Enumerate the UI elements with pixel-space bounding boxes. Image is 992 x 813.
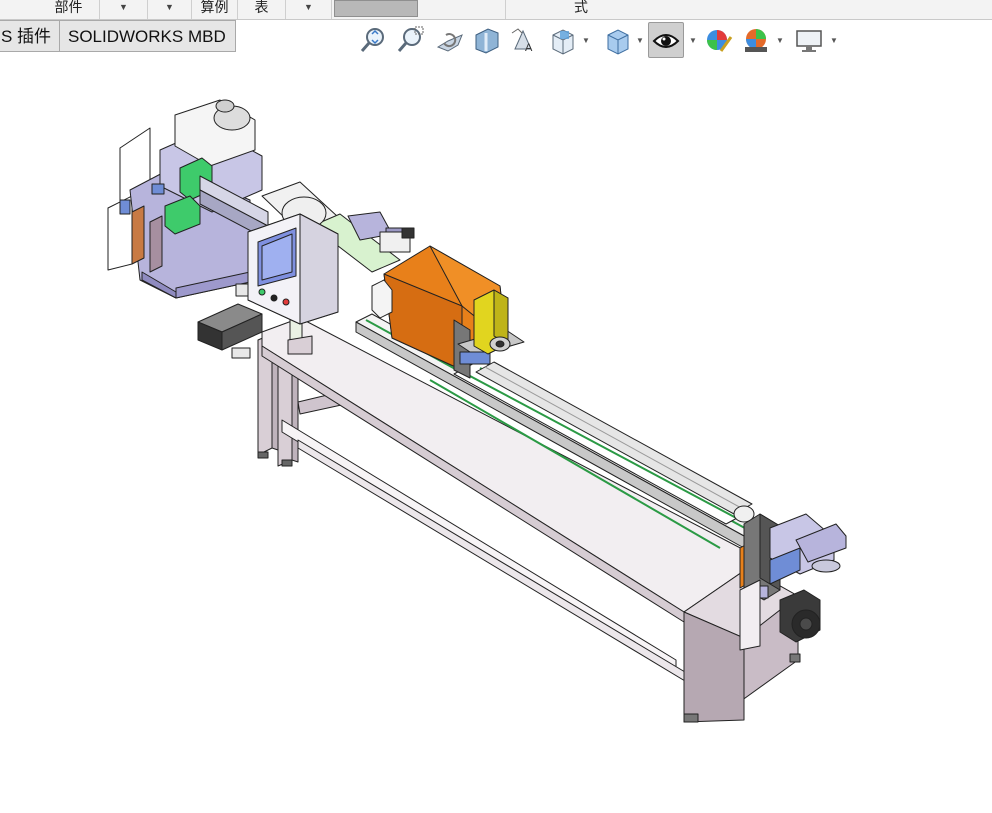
ribbon-dropdown-3[interactable]: ▼ bbox=[286, 0, 332, 19]
ribbon-item-study[interactable]: 算例 bbox=[192, 0, 238, 19]
previous-view-icon bbox=[436, 33, 463, 52]
tab-addins[interactable]: S 插件 bbox=[0, 20, 60, 52]
view-orientation-dropdown[interactable]: ▼ bbox=[582, 36, 590, 45]
hide-show-items-dropdown[interactable]: ▼ bbox=[689, 36, 697, 45]
svg-text:A: A bbox=[525, 42, 533, 54]
tab-solidworks-mbd[interactable]: SOLIDWORKS MBD bbox=[59, 20, 236, 52]
ribbon-item-table[interactable]: 表 bbox=[238, 0, 286, 19]
display-style-icon bbox=[607, 29, 629, 55]
display-style-button[interactable] bbox=[600, 22, 634, 58]
control-panel bbox=[247, 213, 339, 325]
zoom-to-area-icon bbox=[397, 26, 424, 52]
ribbon-dropdown-1[interactable]: ▼ bbox=[100, 0, 148, 19]
edit-appearance-button[interactable] bbox=[701, 22, 735, 58]
ribbon-item-parts[interactable]: 部件 bbox=[38, 0, 100, 19]
ribbon-active-button[interactable] bbox=[334, 0, 418, 17]
hide-show-items-button[interactable] bbox=[648, 22, 684, 58]
view-settings-icon bbox=[796, 30, 822, 52]
cutting-head-guard bbox=[371, 227, 525, 379]
view-orientation-button[interactable] bbox=[545, 22, 579, 58]
apply-scene-button[interactable] bbox=[739, 22, 773, 58]
edit-appearance-icon bbox=[707, 30, 733, 52]
tube-cutting-machine-model[interactable] bbox=[0, 58, 992, 808]
display-style-dropdown[interactable]: ▼ bbox=[636, 36, 644, 45]
zoom-to-fit-button[interactable] bbox=[356, 22, 390, 58]
ribbon-item-formula[interactable]: 式 bbox=[506, 0, 656, 19]
dynamic-annotation-views-icon: A bbox=[511, 28, 533, 54]
view-orientation-icon bbox=[552, 29, 574, 55]
zoom-to-area-button[interactable] bbox=[393, 22, 427, 58]
view-settings-dropdown[interactable]: ▼ bbox=[830, 36, 838, 45]
graphics-area[interactable] bbox=[0, 58, 992, 808]
ribbon-spacer bbox=[420, 0, 506, 19]
dynamic-annotation-views-button[interactable]: A bbox=[507, 22, 541, 58]
apply-scene-icon bbox=[745, 29, 767, 52]
section-view-icon bbox=[475, 28, 499, 54]
tailstock-clamp bbox=[739, 513, 847, 651]
left-head-assembly bbox=[107, 99, 269, 299]
zoom-to-fit-icon bbox=[360, 28, 384, 52]
hide-show-items-icon bbox=[652, 34, 680, 48]
command-manager-ribbon: 部件 ▼ ▼ 算例 表 ▼ 式 bbox=[0, 0, 992, 20]
ribbon-dropdown-2[interactable]: ▼ bbox=[148, 0, 192, 19]
previous-view-button[interactable] bbox=[432, 22, 466, 58]
section-view-button[interactable] bbox=[469, 22, 503, 58]
apply-scene-dropdown[interactable]: ▼ bbox=[776, 36, 784, 45]
view-settings-button[interactable] bbox=[792, 22, 826, 58]
